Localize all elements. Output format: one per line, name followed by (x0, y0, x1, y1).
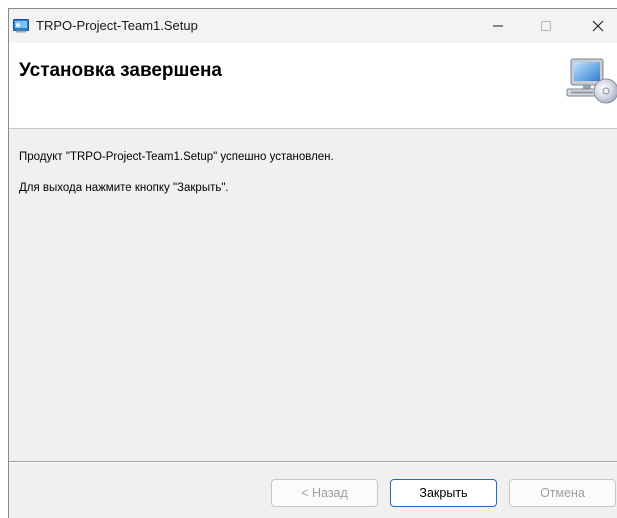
setup-window: TRPO-Project-Team1.Setup Установка завер… (8, 8, 617, 518)
button-bar: < Назад Закрыть Отмена (9, 463, 617, 518)
title-bar[interactable]: TRPO-Project-Team1.Setup (9, 9, 617, 43)
maximize-button[interactable] (523, 9, 569, 43)
close-icon (592, 20, 604, 32)
close-dialog-button[interactable]: Закрыть (390, 479, 497, 507)
page-title: Установка завершена (19, 60, 222, 81)
minimize-icon (493, 25, 503, 27)
installer-app-icon (13, 19, 29, 33)
back-button[interactable]: < Назад (271, 479, 378, 507)
maximize-icon (541, 21, 551, 31)
computer-cd-icon (563, 55, 617, 105)
success-message: Продукт "TRPO-Project-Team1.Setup" успеш… (19, 151, 334, 163)
close-button[interactable] (575, 9, 617, 43)
window-title: TRPO-Project-Team1.Setup (36, 18, 198, 33)
minimize-button[interactable] (475, 9, 521, 43)
content-area: Продукт "TRPO-Project-Team1.Setup" успеш… (9, 130, 617, 461)
exit-instructions: Для выхода нажмите кнопку "Закрыть". (19, 182, 229, 194)
header-banner: Установка завершена (9, 43, 617, 129)
cancel-button[interactable]: Отмена (509, 479, 616, 507)
